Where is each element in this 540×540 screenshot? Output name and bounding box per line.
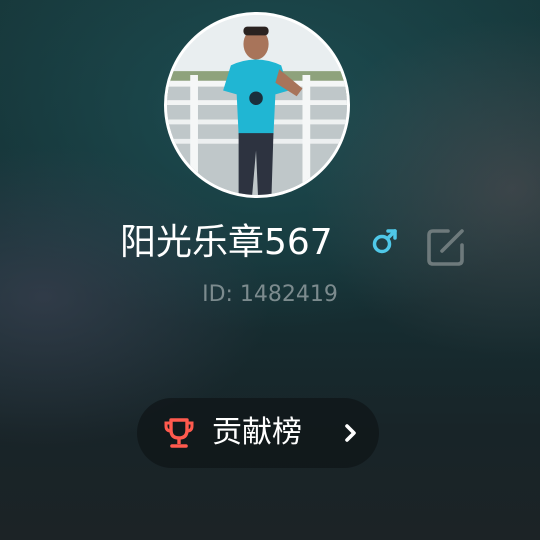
profile-screen: 阳光乐章567 ID: 1482419 贡献榜 xyxy=(0,0,540,540)
username: 阳光乐章567 xyxy=(120,222,333,263)
rank-label: 贡献榜 xyxy=(212,415,302,450)
user-id: ID: 1482419 xyxy=(202,282,338,307)
chevron-right-icon xyxy=(345,424,356,442)
contribution-ranking-button[interactable]: 贡献榜 xyxy=(137,398,379,468)
trophy-icon xyxy=(164,418,194,448)
avatar[interactable] xyxy=(164,12,350,198)
male-gender-icon xyxy=(372,229,397,254)
avatar-photo xyxy=(167,15,347,195)
edit-icon[interactable] xyxy=(424,225,468,269)
